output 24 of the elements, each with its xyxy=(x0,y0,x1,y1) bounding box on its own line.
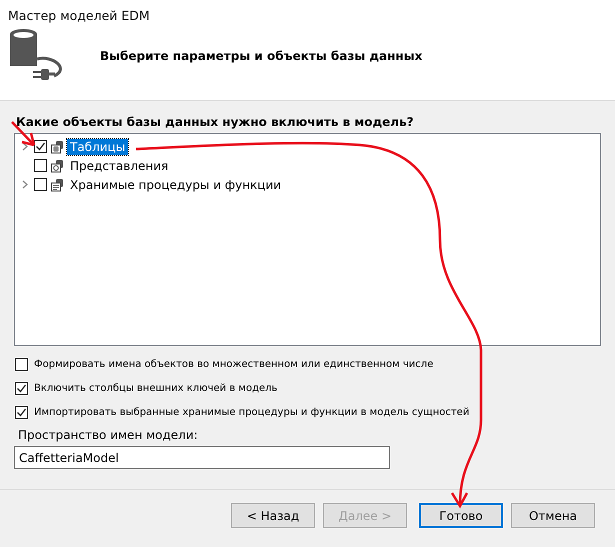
tree-item[interactable]: Таблицы xyxy=(67,138,128,154)
option-label[interactable]: Формировать имена объектов во множественном или единственном числе xyxy=(34,358,434,370)
question-label: Какие объекты базы данных нужно включить в модель? xyxy=(16,115,415,129)
tree-item[interactable]: Представления xyxy=(67,158,172,174)
checkbox[interactable] xyxy=(15,358,28,370)
database-object-icon xyxy=(50,140,64,154)
checkbox[interactable] xyxy=(15,406,28,418)
database-plug-icon xyxy=(8,29,62,83)
wizard-button[interactable]: Отмена xyxy=(511,503,595,528)
option-label[interactable]: Включить столбцы внешних ключей в модель xyxy=(34,382,278,394)
checkbox[interactable] xyxy=(34,140,47,153)
namespace-field[interactable]: CaffetteriaModel xyxy=(14,446,390,469)
database-object-icon xyxy=(50,178,64,192)
wizard-button[interactable]: < Назад xyxy=(231,503,315,528)
option-label[interactable]: Импортировать выбранные хранимые процедуры и функции в модель сущностей xyxy=(34,406,470,418)
checkbox[interactable] xyxy=(15,382,28,394)
page-heading: Выберите параметры и объекты базы данных xyxy=(100,49,422,63)
window-title: Мастер моделей EDM xyxy=(8,8,151,23)
tree-item[interactable]: Хранимые процедуры и функции xyxy=(67,176,284,192)
database-object-icon xyxy=(50,158,64,172)
field-label: Пространство имен модели: xyxy=(18,428,199,442)
checkbox[interactable] xyxy=(34,159,47,172)
wizard-button[interactable]: Готово xyxy=(419,503,503,528)
checkbox[interactable] xyxy=(34,178,47,191)
